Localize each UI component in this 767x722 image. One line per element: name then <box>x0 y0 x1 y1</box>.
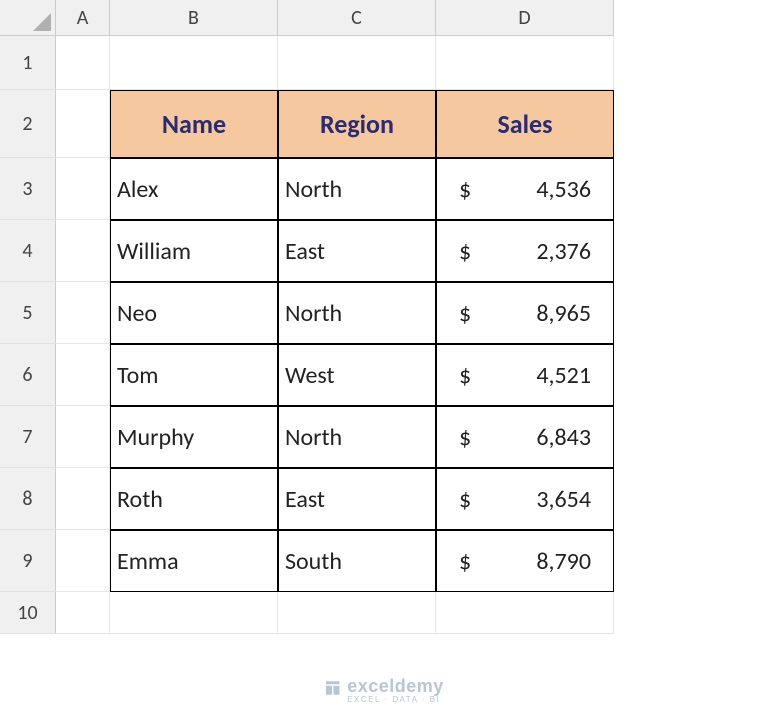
currency-symbol: $ <box>459 361 471 390</box>
cell-b1[interactable] <box>110 36 278 90</box>
cell-a1[interactable] <box>56 36 110 90</box>
table-cell-sales[interactable]: $ 2,376 <box>436 220 614 282</box>
table-cell-region[interactable]: West <box>278 344 436 406</box>
row-header-6[interactable]: 6 <box>0 344 56 406</box>
currency-symbol: $ <box>459 423 471 452</box>
sales-amount: 4,536 <box>536 175 591 204</box>
table-cell-name[interactable]: Emma <box>110 530 278 592</box>
table-cell-name[interactable]: Roth <box>110 468 278 530</box>
sales-amount: 4,521 <box>536 361 591 390</box>
col-header-c[interactable]: C <box>278 0 436 36</box>
sales-amount: 8,790 <box>536 547 591 576</box>
table-cell-region[interactable]: South <box>278 530 436 592</box>
col-header-a[interactable]: A <box>56 0 110 36</box>
table-header-region[interactable]: Region <box>278 90 436 158</box>
spreadsheet-grid: A B C D 1 2 Name Region Sales 3 Alex Nor… <box>0 0 767 634</box>
table-cell-sales[interactable]: $ 8,790 <box>436 530 614 592</box>
cell-d1[interactable] <box>436 36 614 90</box>
sales-amount: 3,654 <box>536 485 591 514</box>
cell-c1[interactable] <box>278 36 436 90</box>
sales-amount: 2,376 <box>536 237 591 266</box>
table-header-name[interactable]: Name <box>110 90 278 158</box>
table-cell-region[interactable]: North <box>278 406 436 468</box>
col-header-d[interactable]: D <box>436 0 614 36</box>
col-header-b[interactable]: B <box>110 0 278 36</box>
row-header-10[interactable]: 10 <box>0 592 56 634</box>
currency-symbol: $ <box>459 237 471 266</box>
row-header-5[interactable]: 5 <box>0 282 56 344</box>
row-header-9[interactable]: 9 <box>0 530 56 592</box>
cell-a3[interactable] <box>56 158 110 220</box>
sales-amount: 8,965 <box>536 299 591 328</box>
cell-a2[interactable] <box>56 90 110 158</box>
row-header-4[interactable]: 4 <box>0 220 56 282</box>
select-all-corner[interactable] <box>0 0 56 36</box>
table-cell-region[interactable]: East <box>278 468 436 530</box>
table-cell-sales[interactable]: $ 4,521 <box>436 344 614 406</box>
cell-c10[interactable] <box>278 592 436 634</box>
currency-symbol: $ <box>459 175 471 204</box>
table-header-sales[interactable]: Sales <box>436 90 614 158</box>
watermark-main: exceldemy <box>347 676 444 696</box>
currency-symbol: $ <box>459 299 471 328</box>
table-cell-name[interactable]: Neo <box>110 282 278 344</box>
table-cell-sales[interactable]: $ 8,965 <box>436 282 614 344</box>
table-cell-sales[interactable]: $ 6,843 <box>436 406 614 468</box>
cell-a5[interactable] <box>56 282 110 344</box>
table-cell-region[interactable]: East <box>278 220 436 282</box>
row-header-3[interactable]: 3 <box>0 158 56 220</box>
table-cell-name[interactable]: Murphy <box>110 406 278 468</box>
table-cell-sales[interactable]: $ 3,654 <box>436 468 614 530</box>
currency-symbol: $ <box>459 547 471 576</box>
watermark-text: exceldemy EXCEL · DATA · BI <box>347 676 444 704</box>
table-cell-region[interactable]: North <box>278 158 436 220</box>
cell-a6[interactable] <box>56 344 110 406</box>
sales-amount: 6,843 <box>536 423 591 452</box>
sheet-icon <box>323 679 341 702</box>
row-header-8[interactable]: 8 <box>0 468 56 530</box>
table-cell-name[interactable]: Tom <box>110 344 278 406</box>
table-cell-region[interactable]: North <box>278 282 436 344</box>
row-header-2[interactable]: 2 <box>0 90 56 158</box>
table-cell-sales[interactable]: $ 4,536 <box>436 158 614 220</box>
table-cell-name[interactable]: Alex <box>110 158 278 220</box>
row-header-7[interactable]: 7 <box>0 406 56 468</box>
cell-a9[interactable] <box>56 530 110 592</box>
cell-b10[interactable] <box>110 592 278 634</box>
cell-d10[interactable] <box>436 592 614 634</box>
table-cell-name[interactable]: William <box>110 220 278 282</box>
watermark-sub: EXCEL · DATA · BI <box>347 695 444 704</box>
currency-symbol: $ <box>459 485 471 514</box>
cell-a4[interactable] <box>56 220 110 282</box>
cell-a10[interactable] <box>56 592 110 634</box>
row-header-1[interactable]: 1 <box>0 36 56 90</box>
watermark: exceldemy EXCEL · DATA · BI <box>323 676 444 704</box>
cell-a8[interactable] <box>56 468 110 530</box>
cell-a7[interactable] <box>56 406 110 468</box>
